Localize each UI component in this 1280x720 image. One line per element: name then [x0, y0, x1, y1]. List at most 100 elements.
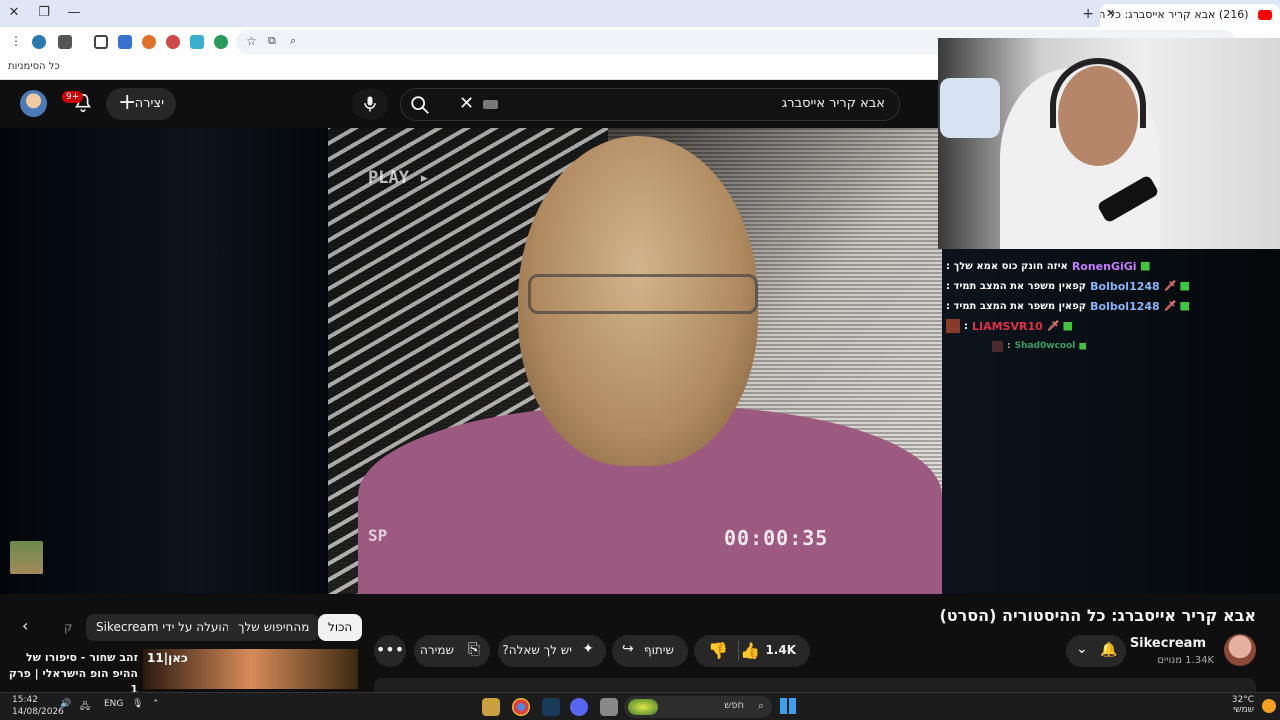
- zoom-icon[interactable]: ⌕: [290, 34, 296, 48]
- user-avatar[interactable]: [20, 90, 47, 117]
- ask-button[interactable]: ✦ יש לך שאלה?: [498, 635, 606, 667]
- save-button[interactable]: ⎘ שמירה: [414, 635, 490, 667]
- extension-icon[interactable]: [214, 35, 228, 49]
- system-clock[interactable]: 15:42 14/08/2026: [12, 694, 64, 718]
- extension-icon[interactable]: [118, 35, 132, 49]
- windows-taskbar: 15:42 14/08/2026 🔊 🖧 ENG 🎙 ⌃ חפש ⌕ 32°C …: [0, 692, 1280, 720]
- subscriber-count: 1.34K מנויים: [1157, 655, 1214, 666]
- chat-badge-icon: [1140, 261, 1150, 271]
- search-highlight-image: [628, 699, 658, 715]
- bookmark-star-icon[interactable]: ☆: [246, 34, 257, 48]
- like-dislike-group: 👍 1.4K 👎: [694, 635, 810, 667]
- chat-username: LIAMSVR10: [972, 319, 1043, 333]
- search-input[interactable]: אבא קריר אייסברג: [782, 96, 885, 111]
- chat-message: 🗡 Bolbol1248 קפאין משפר את המצב תמיד :: [946, 276, 1280, 296]
- filter-chip-all[interactable]: הכול: [318, 614, 363, 641]
- chevron-down-icon: ⌄: [1076, 641, 1088, 657]
- extension-icon[interactable]: [190, 35, 204, 49]
- like-count[interactable]: 1.4K: [765, 643, 796, 657]
- windows-start-icon[interactable]: [780, 698, 796, 714]
- all-bookmarks-link[interactable]: כל הסימניות: [8, 61, 60, 72]
- chrome-icon[interactable]: [512, 698, 530, 716]
- chat-message: RonenGiGi איזה חונק כוס אמא שלך :: [946, 256, 1280, 276]
- share-button[interactable]: שיתוף ↪: [612, 635, 688, 667]
- clock-date: 14/08/2026: [12, 707, 64, 717]
- channel-name[interactable]: Sikecream: [1130, 636, 1206, 651]
- more-actions-button[interactable]: •••: [374, 635, 406, 667]
- chat-message: 🗡 Bolbol1248 קפאין משפר את המצב תמיד :: [946, 296, 1280, 316]
- miniplayer-thumbnail[interactable]: [10, 541, 43, 574]
- weather-widget[interactable]: 32°C שמשי: [1232, 695, 1276, 715]
- search-icon: ⌕: [757, 699, 764, 712]
- vhs-play-overlay: PLAY ▸: [368, 168, 430, 188]
- filter-chip-uploaded-by[interactable]: הועלה על ידי Sikecream: [86, 614, 240, 641]
- chat-badge-icon: [1063, 321, 1073, 331]
- recommendation-title[interactable]: זהב שחור - סיפורו של ההיפ הופ הישראלי | …: [8, 650, 138, 698]
- subscribed-button[interactable]: 🔔 ⌄: [1066, 635, 1126, 667]
- chat-text: קפאין משפר את המצב תמיד :: [946, 280, 1087, 292]
- share-label: שיתוף: [643, 643, 674, 657]
- youtube-header: 9+ יצירה + ✕ אבא קריר אייסברג: [0, 80, 938, 128]
- network-icon[interactable]: 🖧: [80, 699, 90, 715]
- clock-time: 15:42: [12, 695, 38, 705]
- sword-badge-icon: 🗡: [1163, 300, 1177, 312]
- chat-badge-icon: [1180, 281, 1190, 291]
- recommendation-thumbnail[interactable]: כאן|11: [143, 649, 358, 689]
- tab-close-icon[interactable]: ✕: [1106, 7, 1115, 20]
- task-view-icon[interactable]: [600, 698, 618, 716]
- keyboard-icon[interactable]: [483, 100, 498, 109]
- language-indicator[interactable]: ENG: [104, 699, 123, 709]
- streamer-webcam: [938, 38, 1280, 249]
- chat-badge-icon: [1079, 342, 1087, 350]
- install-icon[interactable]: ⧉: [268, 34, 276, 48]
- extensions-icon[interactable]: [94, 35, 108, 49]
- search-icon[interactable]: [409, 94, 431, 116]
- mic-tray-icon[interactable]: 🎙: [132, 699, 143, 709]
- steam-icon[interactable]: [542, 698, 560, 716]
- like-icon[interactable]: 👍: [740, 641, 760, 660]
- video-player[interactable]: PLAY ▸ SP 00:00:35: [328, 128, 942, 594]
- discord-icon[interactable]: [570, 698, 588, 716]
- menu-dots-icon[interactable]: ⋮: [10, 34, 22, 48]
- voice-search-button[interactable]: [352, 88, 388, 120]
- tray-overflow-icon[interactable]: ⌃: [152, 699, 160, 709]
- chat-message: Shad0wcool :: [946, 336, 1280, 356]
- chat-username: Bolbol1248: [1090, 299, 1160, 313]
- browser-tab[interactable]: (216) אבא קריר אייסברג: כל הה ✕: [1100, 4, 1280, 27]
- video-frame-glasses: [528, 274, 758, 314]
- restore-window-icon[interactable]: ❐: [34, 4, 54, 22]
- filter-chip-partial[interactable]: ק: [54, 614, 83, 641]
- chat-text: קפאין משפר את המצב תמיד :: [946, 300, 1087, 312]
- stream-chat: RonenGiGi איזה חונק כוס אמא שלך : 🗡 Bolb…: [946, 256, 1280, 356]
- chevron-left-icon[interactable]: ‹: [22, 616, 28, 635]
- video-info-section: אבא קריר אייסברג: כל ההיסטוריה (הסרט) Si…: [0, 594, 1280, 696]
- filter-chip-from-search[interactable]: מהחיפוש שלך: [228, 614, 320, 641]
- microphone-icon: [364, 96, 376, 112]
- media-icon[interactable]: [58, 35, 72, 49]
- extension-icon[interactable]: [166, 35, 180, 49]
- ask-label: יש לך שאלה?: [502, 643, 572, 657]
- search-bar[interactable]: ✕ אבא קריר אייסברג: [400, 88, 900, 121]
- chat-text: איזה חונק כוס אמא שלך :: [946, 260, 1068, 272]
- extension-icon[interactable]: [142, 35, 156, 49]
- create-button[interactable]: יצירה +: [106, 88, 176, 120]
- app-icon[interactable]: [482, 698, 500, 716]
- taskbar-search[interactable]: חפש ⌕: [624, 696, 772, 718]
- video-title: אבא קריר אייסברג: כל ההיסטוריה (הסרט): [939, 606, 1256, 625]
- chat-text: :: [964, 320, 968, 332]
- plus-icon: +: [118, 90, 137, 115]
- volume-icon[interactable]: 🔊: [60, 699, 71, 709]
- sparkle-icon: ✦: [582, 641, 594, 657]
- dislike-icon[interactable]: 👎: [708, 641, 728, 660]
- clear-search-icon[interactable]: ✕: [459, 93, 474, 114]
- close-window-icon[interactable]: ✕: [4, 4, 24, 22]
- description-box[interactable]: [374, 678, 1256, 692]
- chat-username: Shad0wcool: [1014, 341, 1076, 351]
- vhs-timecode-overlay: 00:00:35: [724, 526, 829, 550]
- minimize-window-icon[interactable]: —: [64, 4, 84, 22]
- channel-avatar[interactable]: [1224, 634, 1256, 666]
- sword-badge-icon: 🗡: [1163, 280, 1177, 292]
- new-tab-button[interactable]: +: [1082, 6, 1094, 22]
- sword-badge-icon: 🗡: [1046, 320, 1060, 332]
- profile-icon[interactable]: [32, 35, 46, 49]
